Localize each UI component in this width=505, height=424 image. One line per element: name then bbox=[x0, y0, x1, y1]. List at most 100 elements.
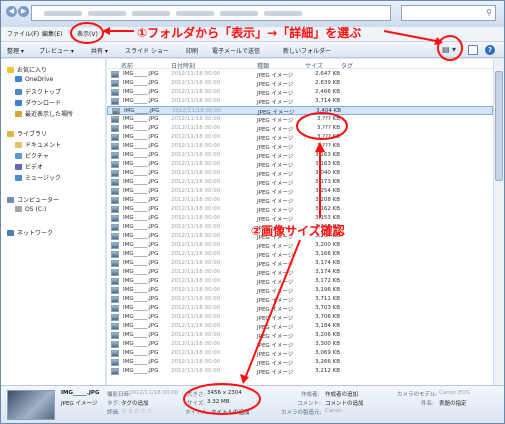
new-folder-button[interactable]: 新しいフォルダー bbox=[283, 46, 331, 55]
nav-videos[interactable]: ビデオ bbox=[15, 162, 43, 171]
view-options-icon[interactable]: ▤ ▾ bbox=[437, 44, 461, 57]
nav-computer[interactable]: コンピューター bbox=[7, 195, 59, 204]
menu-view[interactable]: 表示(V) bbox=[77, 29, 98, 38]
file-name: IMG_____.JPG bbox=[123, 368, 159, 374]
file-row[interactable]: IMG_____.JPG 2012/11/18 00:00 JPEG イメージ 3,3… bbox=[107, 340, 493, 349]
nav-favorites[interactable]: お気に入り bbox=[7, 65, 47, 74]
share-button[interactable]: 共有 ▾ bbox=[91, 46, 108, 55]
nav-os-drive[interactable]: OS (C:) bbox=[15, 206, 46, 213]
rating-stars[interactable]: ☆☆☆☆☆ bbox=[121, 407, 152, 415]
file-row[interactable]: IMG_____.JPG 2012/11/18 00:00 JPEG イメージ 3,1… bbox=[107, 286, 493, 295]
file-row[interactable]: IMG_____.JPG 2012/11/18 00:00 JPEG イメージ 3,?… bbox=[107, 133, 493, 142]
email-button[interactable]: 電子メールで送信 bbox=[212, 46, 260, 55]
preview-thumbnail bbox=[7, 390, 55, 420]
column-type[interactable]: 種類 bbox=[257, 61, 269, 70]
file-row[interactable]: IMG_____.JPG 2012/11/18 00:00 JPEG イメージ 3,?… bbox=[107, 142, 493, 151]
file-row[interactable]: IMG_____.JPG 2012/11/18 00:00 JPEG イメージ 3,1… bbox=[107, 250, 493, 259]
file-date: 2012/11/18 00:00 bbox=[171, 125, 221, 131]
nav-onedrive[interactable]: OneDrive bbox=[15, 76, 53, 83]
file-row[interactable]: IMG_____.JPG 2012/11/18 00:00 JPEG イメージ 3,7… bbox=[107, 97, 493, 106]
file-row[interactable]: IMG_____.JPG 2012/11/18 00:00 JPEG イメージ 3,2… bbox=[107, 241, 493, 250]
file-row[interactable]: IMG_____.JPG 2012/11/18 00:00 JPEG イメージ 3,1… bbox=[107, 151, 493, 160]
organize-button[interactable]: 整理 ▾ bbox=[7, 46, 24, 55]
address-segment[interactable] bbox=[44, 11, 82, 16]
address-segment[interactable] bbox=[132, 11, 170, 16]
nav-music[interactable]: ミュージック bbox=[15, 173, 61, 182]
file-row[interactable]: IMG_____.JPG 2012/11/18 00:00 JPEG イメージ 3,2… bbox=[107, 187, 493, 196]
file-row[interactable]: IMG_____.JPG 2012/11/18 00:00 JPEG イメージ 3,0… bbox=[107, 169, 493, 178]
file-row[interactable]: IMG_____.JPG 2012/11/18 00:00 JPEG イメージ 3,7… bbox=[107, 295, 493, 304]
forward-icon[interactable]: ▶ bbox=[18, 6, 29, 17]
nav-network[interactable]: ネットワーク bbox=[7, 228, 53, 237]
menu-edit[interactable]: 編集(E) bbox=[42, 29, 62, 38]
file-thumbnail-icon bbox=[111, 341, 119, 348]
file-date: 2012/11/18 00:00 bbox=[171, 71, 221, 77]
nav-label: ネットワーク bbox=[17, 230, 54, 237]
file-row[interactable]: IMG_____.JPG 2012/11/18 00:00 JPEG イメージ 3,1… bbox=[107, 322, 493, 331]
address-segment[interactable] bbox=[264, 11, 302, 16]
menu-file[interactable]: ファイル(F) bbox=[7, 29, 39, 38]
file-row[interactable]: IMG_____.JPG 2012/11/18 00:00 JPEG イメージ 2,4… bbox=[107, 88, 493, 97]
address-segment[interactable] bbox=[88, 11, 126, 16]
file-type: JPEG イメージ bbox=[257, 181, 294, 187]
file-name: IMG_____.JPG bbox=[123, 125, 159, 131]
detail-comment-value[interactable]: コメントの追加 bbox=[325, 399, 364, 407]
file-name: IMG_____.JPG bbox=[123, 305, 159, 311]
file-row[interactable]: IMG_____.JPG 2012/11/18 00:00 JPEG イメージ 3,0… bbox=[107, 349, 493, 358]
file-size: 3,300 KB bbox=[315, 341, 340, 347]
address-segment[interactable] bbox=[220, 11, 258, 16]
file-row[interactable]: IMG_____.JPG 2012/11/18 00:00 JPEG イメージ 3,?… bbox=[107, 115, 493, 124]
file-row[interactable]: IMG_____.JPG 2012/11/18 00:00 JPEG イメージ 3,?… bbox=[107, 124, 493, 133]
file-name: IMG_____.JPG bbox=[123, 323, 159, 329]
vertical-scrollbar[interactable] bbox=[493, 59, 504, 385]
nav-downloads[interactable]: ダウンロード bbox=[15, 98, 61, 107]
file-size: 3,266 KB bbox=[315, 359, 340, 365]
column-date[interactable]: 日付時刻 bbox=[171, 61, 195, 70]
file-type: JPEG イメージ bbox=[257, 334, 294, 340]
file-row[interactable]: IMG_____.JPG 2012/11/18 00:00 JPEG イメージ 3,1… bbox=[107, 178, 493, 187]
column-name[interactable]: 名前 bbox=[121, 61, 133, 70]
file-row[interactable]: IMG_____.JPG 2012/11/18 00:00 JPEG イメージ 3,1… bbox=[107, 277, 493, 286]
file-row[interactable]: IMG_____.JPG 2012/11/18 00:00 JPEG イメージ 3,1… bbox=[107, 160, 493, 169]
nav-label: コンピューター bbox=[17, 197, 60, 204]
address-field[interactable] bbox=[31, 5, 391, 21]
nav-documents[interactable]: ドキュメント bbox=[15, 140, 61, 149]
column-tags[interactable]: タグ bbox=[341, 61, 353, 70]
file-row[interactable]: IMG_____.JPG 2012/11/18 00:00 JPEG イメージ 3,4… bbox=[107, 106, 493, 116]
file-size: 3,040 KB bbox=[315, 170, 340, 176]
print-button[interactable]: 印刷 bbox=[186, 46, 198, 55]
nav-libraries[interactable]: ライブラリ bbox=[7, 129, 47, 138]
nav-recent[interactable]: 最近表示した場所 bbox=[15, 109, 73, 118]
file-row[interactable]: IMG_____.JPG 2012/11/18 00:00 JPEG イメージ 3,1… bbox=[107, 205, 493, 214]
column-size[interactable]: サイズ bbox=[305, 61, 323, 70]
file-row[interactable]: IMG_____.JPG 2012/11/18 00:00 JPEG イメージ 2,8… bbox=[107, 79, 493, 88]
address-segment[interactable] bbox=[176, 11, 214, 16]
file-size: 3,200 KB bbox=[315, 242, 340, 248]
file-row[interactable]: IMG_____.JPG 2012/11/18 00:00 JPEG イメージ 2,6… bbox=[107, 70, 493, 79]
file-row[interactable]: IMG_____.JPG 2012/11/18 00:00 JPEG イメージ 3,2… bbox=[107, 367, 493, 376]
search-input[interactable]: ⚲ bbox=[401, 5, 496, 21]
file-row[interactable]: IMG_____.JPG 2012/11/18 00:00 JPEG イメージ 3,1… bbox=[107, 268, 493, 277]
file-row[interactable]: IMG_____.JPG 2012/11/18 00:00 JPEG イメージ 3,1… bbox=[107, 259, 493, 268]
file-row[interactable]: IMG_____.JPG 2012/11/18 00:00 JPEG イメージ 3,7… bbox=[107, 304, 493, 313]
detail-subject-value[interactable]: 表題の指定 bbox=[439, 399, 467, 407]
detail-title-label: タイトル: bbox=[185, 410, 209, 416]
slideshow-button[interactable]: スライド ショー bbox=[125, 46, 169, 55]
detail-title-value[interactable]: タイトルの追加 bbox=[211, 408, 250, 416]
file-row[interactable]: IMG_____.JPG 2012/11/18 00:00 JPEG イメージ 3,2… bbox=[107, 358, 493, 367]
file-row[interactable]: IMG_____.JPG 2012/11/18 00:00 JPEG イメージ 3,2… bbox=[107, 196, 493, 205]
file-row[interactable]: IMG_____.JPG 2012/11/18 00:00 JPEG イメージ 3,7… bbox=[107, 313, 493, 322]
detail-author-value[interactable]: 作成者の追加 bbox=[325, 390, 358, 398]
nav-pictures[interactable]: ピクチャ bbox=[15, 151, 49, 160]
command-bar: 整理 ▾ プレビュー ▾ 共有 ▾ スライド ショー 印刷 電子メールで送信 新… bbox=[1, 41, 504, 58]
file-row[interactable]: IMG_____.JPG 2012/11/18 00:00 JPEG イメージ 3,2… bbox=[107, 331, 493, 340]
preview-pane-icon[interactable] bbox=[468, 45, 478, 55]
back-icon[interactable]: ◀ bbox=[6, 6, 17, 17]
file-name: IMG_____.JPG bbox=[123, 269, 159, 275]
preview-button[interactable]: プレビュー ▾ bbox=[39, 46, 74, 55]
file-size: 3,711 KB bbox=[315, 296, 340, 302]
nav-desktop[interactable]: デスクトップ bbox=[15, 87, 61, 96]
detail-tags-value[interactable]: タグの追加 bbox=[121, 399, 149, 407]
help-icon[interactable]: ? bbox=[485, 45, 495, 55]
scrollbar-thumb[interactable] bbox=[495, 71, 503, 181]
